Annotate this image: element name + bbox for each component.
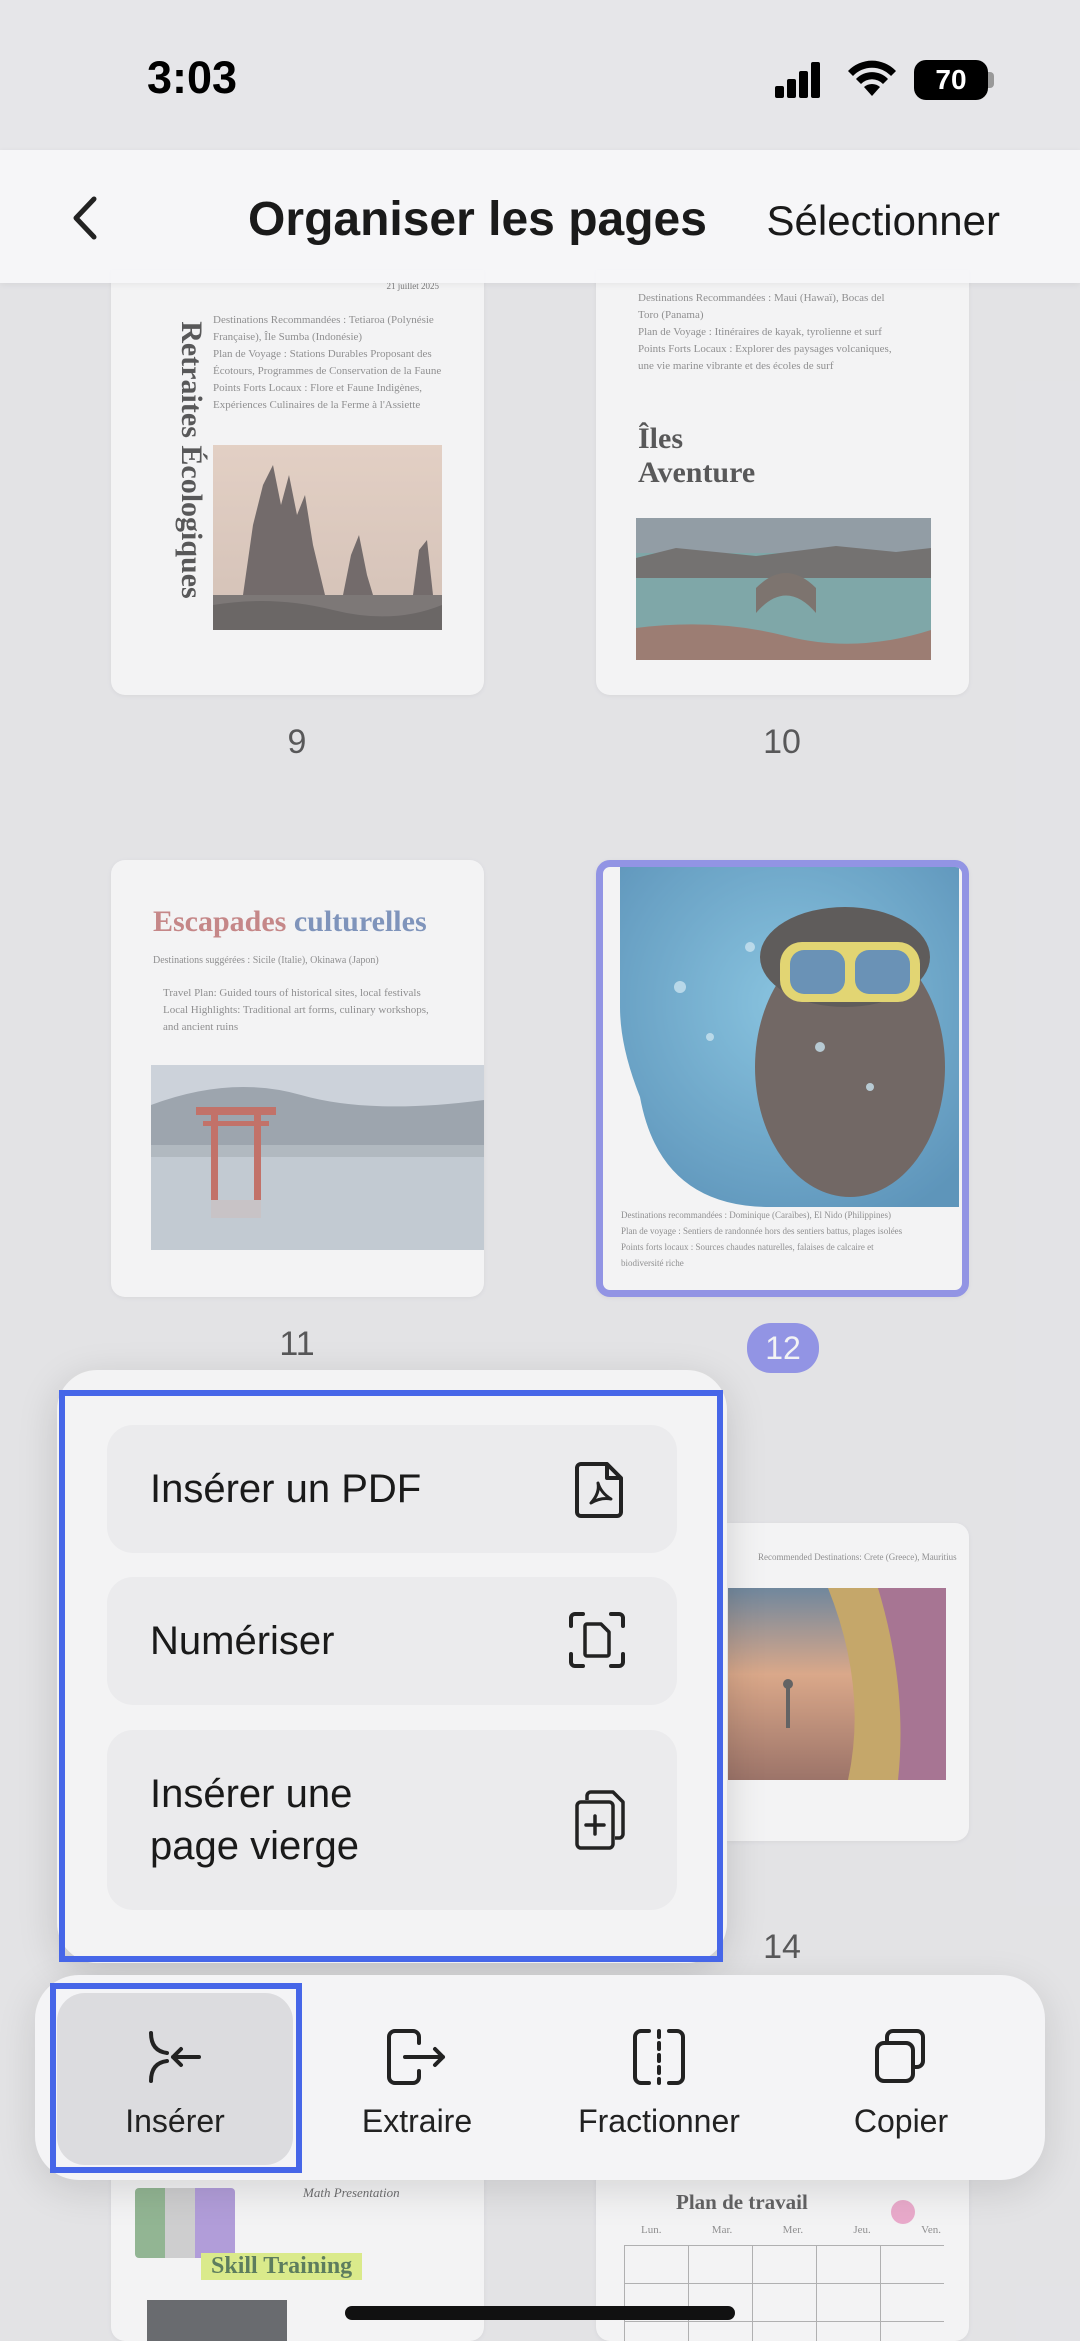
page-12-snorkeler-photo (620, 867, 959, 1207)
wifi-icon (848, 60, 896, 96)
insert-blank-page-label: Insérer une page vierge (150, 1772, 360, 1868)
select-button[interactable]: Sélectionner (767, 197, 1000, 245)
page-9-coastal-rocks-photo (213, 445, 442, 630)
page-15-title: Skill Training (201, 2253, 363, 2280)
page-16-title: Plan de travail (676, 2190, 808, 2214)
split-icon (633, 2029, 685, 2085)
insert-blank-page-option[interactable]: Insérer une page vierge (107, 1730, 677, 1910)
page-number-10: 10 (763, 723, 801, 761)
scan-option[interactable]: Numériser (107, 1577, 677, 1705)
page-15-photo-grid (135, 2188, 235, 2258)
page-9-title: Retraites Écologiques (175, 321, 208, 599)
page-10-text: Destinations Recommandées : Maui (Hawaï)… (638, 292, 892, 372)
page-11-text: Travel Plan: Guided tours of historical … (163, 987, 429, 1033)
page-thumbnail-10[interactable]: Destinations Recommandées : Maui (Hawaï)… (596, 270, 969, 695)
status-bar: 3:03 70 (0, 0, 1080, 150)
insert-pdf-label: Insérer un PDF (150, 1467, 422, 1511)
scan-document-icon (569, 1612, 625, 1668)
page-15-header: Math Presentation (303, 2185, 400, 2200)
battery-tip (988, 72, 994, 88)
split-label: Fractionner (578, 2103, 740, 2139)
add-page-icon (575, 1790, 625, 1850)
extract-button[interactable]: Extraire (297, 1975, 537, 2180)
page-14-sunset-field-photo (728, 1588, 946, 1780)
page-10-sea-arch-photo (636, 518, 931, 660)
page-11-title: Escapades culturelles (153, 905, 427, 938)
page-16-schedule-grid (624, 2245, 944, 2341)
cellular-signal-icon (775, 62, 820, 98)
page-16-flower-sticker (891, 2200, 915, 2224)
scan-label: Numériser (150, 1619, 335, 1663)
page-thumbnail-11[interactable]: Escapades culturelles Destinations suggé… (111, 860, 484, 1297)
insert-button[interactable]: Insérer (35, 1975, 293, 2180)
page-9-text: Destinations Recommandées : Tetiaroa (Po… (213, 314, 442, 411)
page-number-14: 14 (763, 1928, 801, 1966)
page-16-days: Lun. Mar. Mer. Jeu. Ven. (641, 2224, 941, 2236)
insert-label: Insérer (125, 2103, 225, 2139)
split-button[interactable]: Fractionner (539, 1975, 779, 2180)
insert-menu: Insérer un PDF Numériser Insérer une pag… (57, 1370, 727, 1963)
page-12-text: Destinations recommandées : Dominique (C… (621, 1210, 903, 1268)
page-actions-toolbar: Insérer Extraire Fractionner Copier (35, 1975, 1045, 2180)
status-time: 3:03 (147, 52, 238, 103)
copy-icon (875, 2029, 925, 2083)
page-11-subtitle: Destinations suggérées : Sicile (Italie)… (153, 955, 379, 966)
page-thumbnail-12[interactable]: Destinations recommandées : Dominique (C… (596, 860, 969, 1297)
page-14-text: Recommended Destinations: Crete (Greece)… (758, 1552, 957, 1562)
page-10-title: Îles Aventure (638, 422, 756, 489)
page-number-11: 11 (279, 1325, 315, 1363)
page-11-torii-gate-photo (151, 1065, 484, 1250)
page-15-chalkboard (147, 2300, 287, 2341)
insert-arrow-icon (149, 2031, 201, 2083)
page-thumbnail-9[interactable]: 21 juillet 2025 Retraites Écologiques De… (111, 270, 484, 695)
copy-button[interactable]: Copier (781, 1975, 1021, 2180)
extract-icon (387, 2029, 445, 2085)
battery-icon: 70 (914, 60, 988, 100)
navigation-bar: Organiser les pages Sélectionner (0, 150, 1080, 283)
home-indicator (345, 2306, 735, 2320)
page-number-9: 9 (287, 723, 307, 761)
copy-label: Copier (853, 2103, 949, 2139)
insert-pdf-option[interactable]: Insérer un PDF (107, 1425, 677, 1553)
pdf-file-icon (575, 1462, 623, 1518)
page-number-12-badge: 12 (747, 1323, 819, 1373)
extract-label: Extraire (361, 2103, 473, 2139)
